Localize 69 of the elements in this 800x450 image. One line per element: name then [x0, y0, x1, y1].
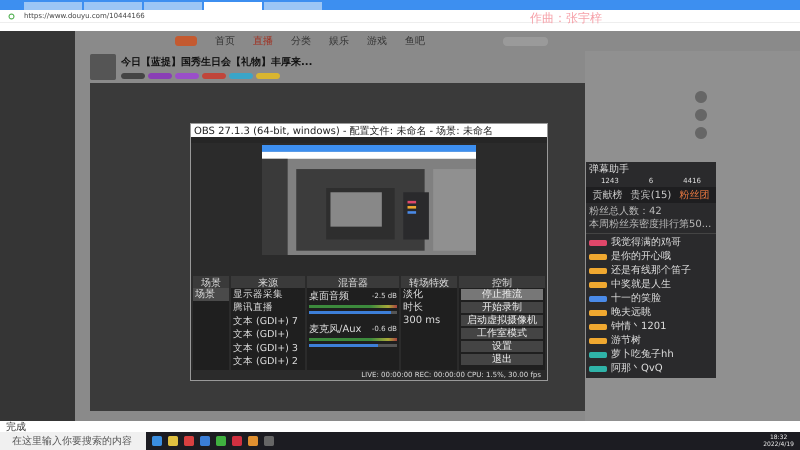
control-button[interactable]: 退出	[461, 354, 543, 365]
fan-name: 是你的开心哦	[611, 251, 671, 263]
control-button[interactable]: 设置	[461, 341, 543, 352]
dock-header: 场景	[193, 276, 229, 288]
room-tag[interactable]	[256, 73, 280, 79]
room-tag[interactable]	[202, 73, 226, 79]
site-logo[interactable]	[175, 36, 197, 46]
fan-name: 还是有线那个笛子	[611, 265, 691, 277]
video-player[interactable]	[90, 83, 585, 411]
transition-select[interactable]: 淡化	[401, 288, 457, 301]
browser-tab[interactable]	[144, 2, 202, 10]
window-title: OBS 27.1.3 (64-bit, windows) - 配置文件: 未命名 - 场景: 未命名	[191, 124, 547, 137]
fan-name: 中奖就是人生	[611, 279, 671, 291]
browser-tab[interactable]	[24, 2, 82, 10]
panel-title: 弹幕助手	[589, 162, 629, 176]
fan-name: 钟情丶1201	[611, 321, 666, 333]
browser-tab[interactable]	[84, 2, 142, 10]
fan-name: 萝卜吃兔子hh	[611, 349, 674, 361]
room-tag[interactable]	[148, 73, 172, 79]
user-avatar	[695, 91, 707, 103]
panel-tab[interactable]: 贵宾(15)	[629, 187, 673, 203]
source-item[interactable]: 文本 (GDI+) 2	[231, 355, 305, 368]
refresh-icon[interactable]	[8, 12, 15, 20]
fan-name: 游节树	[611, 335, 641, 347]
source-item[interactable]: 腾讯直播	[231, 301, 305, 315]
room-tag[interactable]	[229, 73, 253, 79]
source-item[interactable]: 文本 (GDI+) 3	[231, 342, 305, 356]
control-button[interactable]: 开始录制	[461, 302, 543, 313]
fan-name: 晚夫远眺	[611, 307, 651, 319]
panel-tab[interactable]: 贡献榜	[586, 187, 630, 203]
fan-rank: 本周粉丝亲密度排行第50...	[589, 218, 712, 231]
fan-total: 粉丝总人数：42	[589, 205, 662, 218]
source-item[interactable]: 文本 (GDI+)	[231, 328, 305, 342]
taskbar-search[interactable]: 在这里输入你要搜索的内容	[0, 432, 146, 450]
control-button[interactable]: 工作室模式	[461, 328, 543, 339]
control-button[interactable]: 停止推流	[461, 289, 543, 300]
duration-field[interactable]: 300 ms	[401, 314, 457, 327]
source-item[interactable]: 显示器采集	[231, 288, 305, 302]
room-title: 今日【蓝提】国秀生日会【礼物】丰厚来...	[121, 56, 312, 69]
dock-header: 混音器	[307, 276, 399, 288]
source-item[interactable]: 文本 (GDI+) 7	[231, 314, 305, 328]
nav-link[interactable]: 娱乐	[329, 34, 349, 48]
nav-link[interactable]: 分类	[291, 34, 311, 48]
nav-link[interactable]: 鱼吧	[405, 34, 425, 48]
nav-link[interactable]: 首页	[215, 34, 235, 48]
dock-header: 来源	[231, 276, 305, 288]
scene-item[interactable]: 场景	[193, 288, 229, 301]
duration-label: 时长	[402, 301, 424, 314]
room-tag[interactable]	[175, 73, 199, 79]
room-tag[interactable]	[121, 73, 145, 79]
dock-header: 转场特效	[401, 276, 457, 288]
user-avatar	[695, 127, 707, 139]
volume-slider[interactable]	[309, 344, 397, 347]
volume-slider[interactable]	[309, 311, 397, 314]
user-avatar	[695, 109, 707, 121]
overlay-caption: 作曲：张宇梓	[530, 10, 602, 27]
fan-name: 我觉得满的鸡哥	[611, 237, 681, 249]
channel-name: 桌面音频	[309, 290, 349, 303]
fan-name: 十一的笑脸	[611, 293, 661, 305]
browser-tab[interactable]	[204, 2, 262, 10]
nav-link[interactable]: 游戏	[367, 34, 387, 48]
status-text: 完成	[6, 420, 26, 434]
streamer-avatar	[90, 54, 116, 80]
panel-tab[interactable]: 粉丝团	[672, 187, 716, 203]
fan-name: 阿那丶QvQ	[611, 363, 663, 375]
browser-tab[interactable]	[264, 2, 322, 10]
channel-name: 麦克风/Aux	[309, 322, 362, 336]
control-button[interactable]: 启动虚拟摄像机	[461, 315, 543, 326]
dock-header: 控制	[459, 276, 545, 288]
